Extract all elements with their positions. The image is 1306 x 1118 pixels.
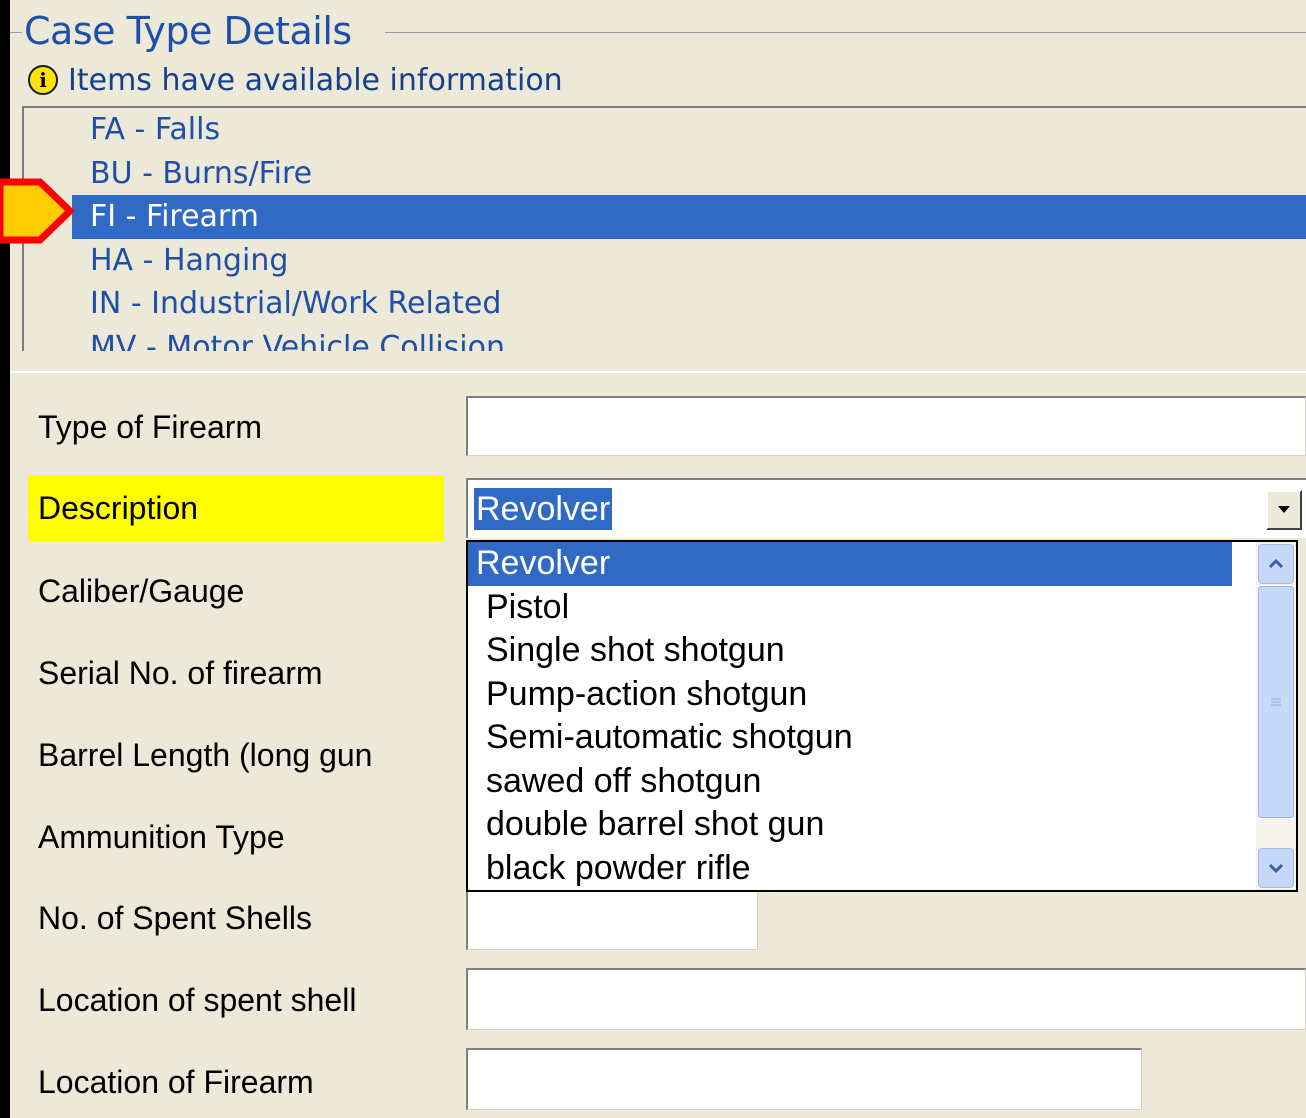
group-border-left (10, 32, 22, 33)
case-type-item[interactable]: MV - Motor Vehicle Collision (24, 326, 1306, 353)
description-dropdown-list[interactable]: Revolver Pistol Single shot shotgun Pump-ac… (466, 540, 1298, 892)
scroll-down-button[interactable] (1258, 848, 1294, 888)
scroll-thumb[interactable] (1258, 586, 1294, 818)
dropdown-option[interactable]: Pistol (468, 586, 1232, 630)
dropdown-option[interactable]: black powder rifle (468, 847, 1232, 891)
group-border-right (385, 32, 1306, 33)
case-type-item[interactable]: HA - Hanging (24, 239, 1306, 283)
type-of-firearm-label: Type of Firearm (38, 409, 263, 445)
dropdown-option[interactable]: double barrel shot gun (468, 803, 1232, 847)
case-type-item[interactable]: BU - Burns/Fire (24, 152, 1306, 196)
case-type-item[interactable]: FI - Firearm (72, 195, 1306, 239)
description-label: Description (28, 475, 444, 541)
type-of-firearm-input[interactable] (466, 396, 1306, 456)
group-title: Case Type Details (24, 9, 352, 53)
dropdown-toggle-button[interactable] (1266, 490, 1302, 530)
chevron-up-icon (1268, 559, 1284, 569)
dropdown-scrollbar[interactable] (1256, 542, 1296, 890)
info-icon: i (28, 65, 58, 95)
dropdown-option[interactable]: Revolver (468, 542, 1232, 586)
chevron-down-icon (1268, 863, 1284, 873)
spent-shells-label: No. of Spent Shells (38, 900, 312, 936)
ammunition-type-label: Ammunition Type (38, 819, 285, 855)
case-type-item[interactable]: IN - Industrial/Work Related (24, 282, 1306, 326)
case-type-list[interactable]: FA - Falls BU - Burns/Fire FI - Firearm HA … (22, 106, 1306, 353)
case-type-details-panel: Case Type Details i Items have available… (10, 0, 1306, 1118)
barrel-length-label: Barrel Length (long gun (38, 737, 373, 773)
serial-no-label: Serial No. of firearm (38, 655, 323, 691)
pointer-arrow-icon (0, 178, 76, 244)
caliber-gauge-label: Caliber/Gauge (38, 573, 245, 609)
dropdown-option[interactable]: sawed off shotgun (468, 760, 1232, 804)
dropdown-option[interactable]: Semi-automatic shotgun (468, 716, 1232, 760)
location-firearm-label: Location of Firearm (38, 1064, 314, 1100)
case-type-item[interactable]: FA - Falls (24, 108, 1306, 152)
dropdown-option[interactable]: Pump-action shotgun (468, 673, 1232, 717)
location-spent-shell-input[interactable] (466, 968, 1306, 1030)
chevron-down-icon (1278, 506, 1290, 513)
location-spent-shell-label: Location of spent shell (38, 982, 357, 1018)
spent-shells-input[interactable] (466, 890, 758, 950)
grip-icon (1271, 698, 1281, 706)
info-row: i Items have available information (28, 60, 563, 100)
scroll-up-button[interactable] (1258, 544, 1294, 584)
dropdown-option[interactable]: Single shot shotgun (468, 629, 1232, 673)
info-text: Items have available information (68, 62, 563, 98)
description-value: Revolver (474, 488, 613, 530)
location-firearm-input[interactable] (466, 1048, 1142, 1110)
list-divider (10, 351, 1306, 373)
description-combobox[interactable]: Revolver (466, 478, 1306, 538)
